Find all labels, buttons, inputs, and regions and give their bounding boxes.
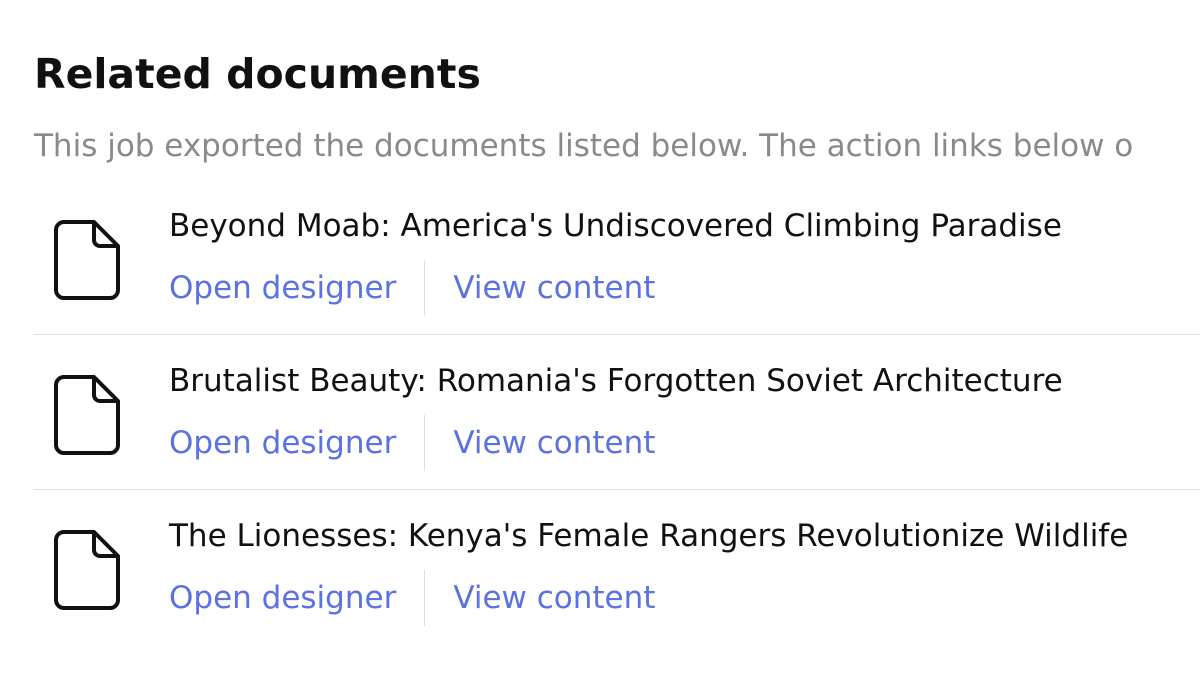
document-actions: Open designer View content [169, 415, 655, 471]
list-item: Brutalist Beauty: Romania's Forgotten So… [34, 335, 1200, 490]
document-title: Brutalist Beauty: Romania's Forgotten So… [169, 363, 1063, 399]
action-divider [424, 415, 426, 471]
open-designer-link[interactable]: Open designer [169, 266, 396, 310]
view-content-link[interactable]: View content [453, 421, 655, 465]
action-divider [424, 260, 426, 316]
view-content-link[interactable]: View content [453, 576, 655, 620]
list-item: The Lionesses: Kenya's Female Rangers Re… [34, 490, 1200, 645]
document-actions: Open designer View content [169, 260, 655, 316]
document-list: Beyond Moab: America's Undiscovered Clim… [34, 180, 1200, 645]
document-icon [52, 218, 122, 302]
document-icon [52, 373, 122, 457]
view-content-link[interactable]: View content [453, 266, 655, 310]
open-designer-link[interactable]: Open designer [169, 576, 396, 620]
document-icon [52, 528, 122, 612]
open-designer-link[interactable]: Open designer [169, 421, 396, 465]
document-title: The Lionesses: Kenya's Female Rangers Re… [169, 518, 1129, 554]
document-actions: Open designer View content [169, 570, 655, 626]
action-divider [424, 570, 426, 626]
document-title: Beyond Moab: America's Undiscovered Clim… [169, 208, 1062, 244]
section-description: This job exported the documents listed b… [34, 128, 1134, 164]
list-item: Beyond Moab: America's Undiscovered Clim… [34, 180, 1200, 335]
related-documents-panel: Related documents This job exported the … [0, 0, 1200, 675]
section-title: Related documents [34, 50, 481, 98]
